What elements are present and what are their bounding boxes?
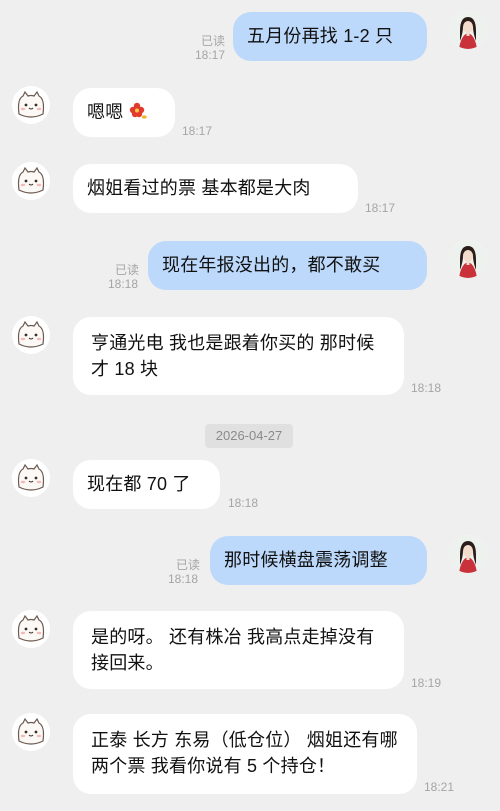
message-bubble[interactable]: 亨通光电 我也是跟着你买的 那时候才 18 块 bbox=[73, 317, 404, 395]
cat-avatar-icon bbox=[12, 316, 50, 354]
cat-avatar-icon bbox=[12, 86, 50, 124]
woman-avatar-icon bbox=[449, 240, 487, 278]
woman-avatar-icon bbox=[449, 535, 487, 573]
self-avatar[interactable] bbox=[449, 535, 487, 573]
message-bubble[interactable]: 嗯嗯 bbox=[73, 88, 175, 137]
contact-avatar[interactable] bbox=[12, 713, 50, 751]
message-bubble[interactable]: 烟姐看过的票 基本都是大肉 bbox=[73, 164, 358, 213]
message-time: 18:17 bbox=[365, 201, 396, 215]
cat-avatar-icon bbox=[12, 610, 50, 648]
message-bubble[interactable]: 现在都 70 了 bbox=[73, 460, 220, 509]
message-time: 18:17 bbox=[195, 48, 226, 62]
message-time: 18:18 bbox=[228, 496, 259, 510]
woman-avatar-icon bbox=[449, 11, 487, 49]
contact-avatar[interactable] bbox=[12, 316, 50, 354]
message-bubble[interactable]: 五月份再找 1-2 只 bbox=[233, 12, 427, 61]
message-bubble[interactable]: 正泰 长方 东易（低仓位） 烟姐还有哪两个票 我看你说有 5 个持仓！ bbox=[73, 714, 417, 794]
message-time: 18:18 bbox=[411, 381, 442, 395]
message-time: 18:17 bbox=[182, 124, 213, 138]
cat-avatar-icon bbox=[12, 459, 50, 497]
message-time: 18:19 bbox=[411, 676, 442, 690]
self-avatar[interactable] bbox=[449, 11, 487, 49]
contact-avatar[interactable] bbox=[12, 610, 50, 648]
message-time: 18:21 bbox=[424, 780, 455, 794]
message-time: 18:18 bbox=[168, 572, 199, 586]
message-bubble[interactable]: 现在年报没出的，都不敢买 bbox=[148, 241, 427, 290]
contact-avatar[interactable] bbox=[12, 459, 50, 497]
read-status: 已读 bbox=[115, 263, 140, 277]
message-text: 嗯嗯 bbox=[87, 102, 124, 122]
cat-avatar-icon bbox=[12, 713, 50, 751]
cat-avatar-icon bbox=[12, 162, 50, 200]
message-bubble[interactable]: 那时候横盘震荡调整 bbox=[210, 536, 427, 585]
self-avatar[interactable] bbox=[449, 240, 487, 278]
message-bubble[interactable]: 是的呀。 还有株冶 我高点走掉没有接回来。 bbox=[73, 611, 404, 689]
message-time: 18:18 bbox=[108, 277, 139, 291]
contact-avatar[interactable] bbox=[12, 162, 50, 200]
flower-emoji-icon bbox=[129, 102, 147, 119]
date-divider: 2026-04-27 bbox=[205, 424, 293, 448]
read-status: 已读 bbox=[201, 34, 226, 48]
read-status: 已读 bbox=[176, 558, 201, 572]
contact-avatar[interactable] bbox=[12, 86, 50, 124]
